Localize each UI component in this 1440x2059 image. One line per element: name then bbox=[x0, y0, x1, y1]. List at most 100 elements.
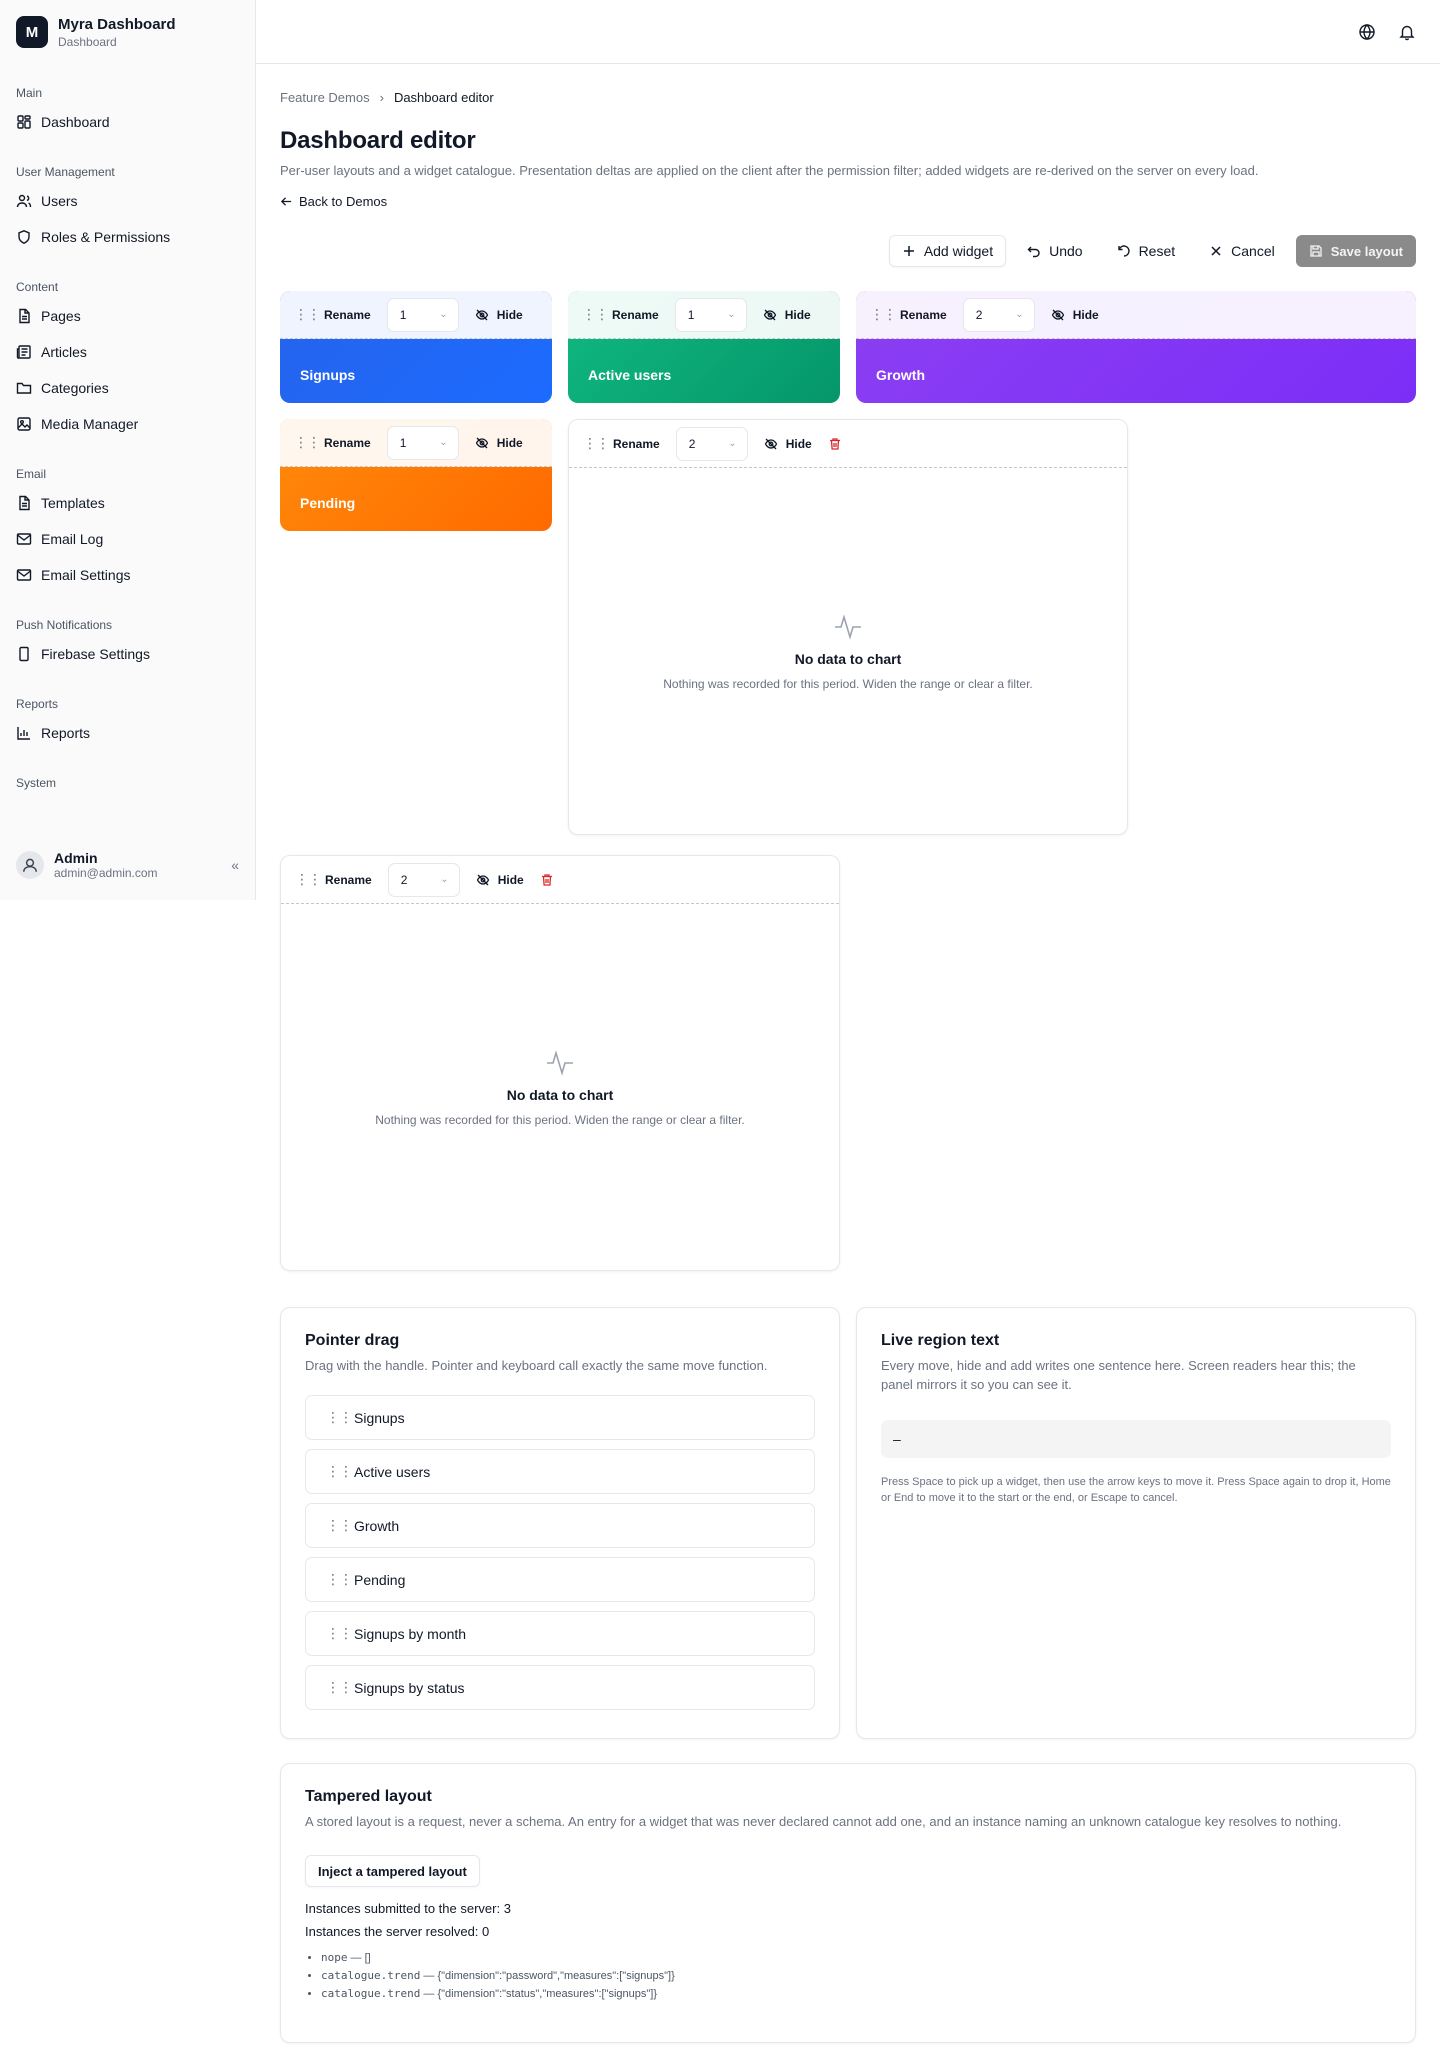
size-select[interactable]: 1 ⌄ bbox=[674, 297, 747, 332]
sidebar-item-label: Categories bbox=[41, 380, 109, 396]
list-item[interactable]: ⋮⋮ Signups by status bbox=[305, 1665, 815, 1710]
widget-chart-signups-by-status[interactable]: ⋮⋮ Rename 2 ⌄ Hide No data to chart Nothi… bbox=[280, 855, 840, 1271]
nav-group-email: Email Templates Email Log Email Settings bbox=[0, 457, 255, 593]
drag-handle-icon[interactable]: ⋮⋮ bbox=[295, 871, 322, 888]
sidebar-item-users[interactable]: Users bbox=[8, 183, 247, 219]
sidebar-item-pages[interactable]: Pages bbox=[8, 298, 247, 334]
entry-value: — [] bbox=[347, 1952, 371, 1964]
hide-button[interactable]: Hide bbox=[469, 308, 529, 322]
widget-toolbar: ⋮⋮ Rename 2 ⌄ Hide bbox=[856, 291, 1416, 339]
hide-button[interactable]: Hide bbox=[758, 437, 818, 451]
widget-toolbar: ⋮⋮ Rename 2 ⌄ Hide bbox=[281, 856, 839, 904]
drag-handle-icon[interactable]: ⋮⋮ bbox=[582, 306, 609, 323]
widget-signups[interactable]: ⋮⋮ Rename 1 ⌄ Hide Signups bbox=[280, 291, 552, 403]
cancel-button[interactable]: Cancel bbox=[1196, 235, 1288, 267]
collapse-sidebar-icon[interactable]: « bbox=[231, 857, 239, 873]
sidebar-item-reports[interactable]: Reports bbox=[8, 715, 247, 751]
dashboard-icon bbox=[17, 115, 31, 129]
empty-subtitle: Nothing was recorded for this period. Wi… bbox=[663, 677, 1033, 691]
entry-value: — {"dimension":"password","measures":["s… bbox=[420, 1970, 675, 1982]
size-select[interactable]: 2 ⌄ bbox=[962, 297, 1035, 332]
breadcrumb-parent[interactable]: Feature Demos bbox=[280, 90, 370, 105]
size-value: 1 bbox=[687, 307, 695, 322]
sidebar-item-templates[interactable]: Templates bbox=[8, 485, 247, 521]
list-item[interactable]: ⋮⋮ Signups bbox=[305, 1395, 815, 1440]
empty-state: No data to chart Nothing was recorded fo… bbox=[281, 904, 839, 1270]
rename-button[interactable]: Rename bbox=[319, 873, 378, 887]
size-select[interactable]: 1 ⌄ bbox=[386, 425, 459, 460]
sidebar-item-categories[interactable]: Categories bbox=[8, 370, 247, 406]
hide-button[interactable]: Hide bbox=[1045, 308, 1105, 322]
drag-handle-icon[interactable]: ⋮⋮ bbox=[326, 1517, 353, 1534]
size-select[interactable]: 2 ⌄ bbox=[675, 426, 748, 461]
list-item[interactable]: ⋮⋮ Pending bbox=[305, 1557, 815, 1602]
reset-button[interactable]: Reset bbox=[1104, 235, 1189, 267]
rename-button[interactable]: Rename bbox=[606, 308, 665, 322]
hide-button[interactable]: Hide bbox=[469, 436, 529, 450]
drag-handle-icon[interactable]: ⋮⋮ bbox=[294, 434, 321, 451]
drag-handle-icon[interactable]: ⋮⋮ bbox=[326, 1463, 353, 1480]
rename-button[interactable]: Rename bbox=[894, 308, 953, 322]
size-select[interactable]: 1 ⌄ bbox=[386, 297, 459, 332]
bell-icon[interactable] bbox=[1398, 23, 1416, 41]
page-description: Per-user layouts and a widget catalogue.… bbox=[280, 163, 1259, 178]
sidebar-user[interactable]: Admin admin@admin.com « bbox=[0, 830, 255, 900]
sidebar-item-media-manager[interactable]: Media Manager bbox=[8, 406, 247, 442]
user-email: admin@admin.com bbox=[54, 866, 158, 880]
list-item[interactable]: ⋮⋮ Growth bbox=[305, 1503, 815, 1548]
list-item[interactable]: ⋮⋮ Active users bbox=[305, 1449, 815, 1494]
size-select[interactable]: 2 ⌄ bbox=[387, 862, 460, 897]
drag-handle-icon[interactable]: ⋮⋮ bbox=[326, 1679, 353, 1696]
image-icon bbox=[17, 417, 31, 431]
save-layout-label: Save layout bbox=[1330, 243, 1403, 259]
sidebar-item-label: Articles bbox=[41, 344, 87, 360]
inject-tampered-layout-button[interactable]: Inject a tampered layout bbox=[305, 1855, 480, 1887]
list-item[interactable]: ⋮⋮ Signups by month bbox=[305, 1611, 815, 1656]
drag-handle-icon[interactable]: ⋮⋮ bbox=[326, 1409, 353, 1426]
file-icon bbox=[19, 495, 30, 511]
shield-icon bbox=[18, 230, 30, 244]
empty-title: No data to chart bbox=[506, 1087, 614, 1103]
sidebar-item-email-settings[interactable]: Email Settings bbox=[8, 557, 247, 593]
list-item: nope — [] bbox=[321, 1949, 1391, 1967]
globe-icon[interactable] bbox=[1358, 23, 1376, 41]
undo-button[interactable]: Undo bbox=[1014, 235, 1095, 267]
nav-group-title: Main bbox=[16, 86, 43, 100]
drag-handle-icon[interactable]: ⋮⋮ bbox=[326, 1571, 353, 1588]
rename-button[interactable]: Rename bbox=[318, 436, 377, 450]
back-to-demos-link[interactable]: Back to Demos bbox=[280, 194, 1416, 209]
drag-handle-icon[interactable]: ⋮⋮ bbox=[870, 306, 897, 323]
panel-title: Pointer drag bbox=[305, 1332, 400, 1349]
list-item-label: Signups by status bbox=[354, 1679, 465, 1696]
trash-icon[interactable] bbox=[540, 873, 554, 887]
sidebar-item-firebase-settings[interactable]: Firebase Settings bbox=[8, 636, 247, 672]
trash-icon[interactable] bbox=[828, 437, 842, 451]
nav-group-push: Push Notifications Firebase Settings bbox=[0, 608, 255, 672]
drag-handle-icon[interactable]: ⋮⋮ bbox=[294, 306, 321, 323]
widget-active-users[interactable]: ⋮⋮ Rename 1 ⌄ Hide Active users bbox=[568, 291, 840, 403]
add-widget-button[interactable]: Add widget bbox=[888, 235, 1007, 267]
pointer-drag-panel: Pointer drag Drag with the handle. Point… bbox=[280, 1307, 840, 1739]
entry-key: catalogue.trend bbox=[321, 1987, 421, 2000]
save-layout-button[interactable]: Save layout bbox=[1295, 235, 1416, 267]
undo-icon bbox=[1027, 246, 1040, 258]
drag-handle-icon[interactable]: ⋮⋮ bbox=[326, 1625, 353, 1642]
drag-handle-icon[interactable]: ⋮⋮ bbox=[583, 435, 610, 452]
widget-grid: ⋮⋮ Rename 1 ⌄ Hide Signups ⋮⋮ Rename 1 ⌄ H… bbox=[280, 291, 1416, 1291]
mail-settings-icon bbox=[16, 569, 32, 581]
widget-chart-signups-by-month[interactable]: ⋮⋮ Rename 2 ⌄ Hide No data to chart Nothi… bbox=[568, 419, 1128, 835]
sidebar-item-articles[interactable]: Articles bbox=[8, 334, 247, 370]
hide-button[interactable]: Hide bbox=[757, 308, 817, 322]
sidebar-item-dashboard[interactable]: Dashboard bbox=[8, 104, 247, 140]
sidebar-item-roles[interactable]: Roles & Permissions bbox=[8, 219, 247, 255]
widget-pending[interactable]: ⋮⋮ Rename 1 ⌄ Hide Pending bbox=[280, 419, 552, 531]
rename-button[interactable]: Rename bbox=[318, 308, 377, 322]
bar-chart-icon bbox=[17, 727, 30, 740]
rename-button[interactable]: Rename bbox=[607, 437, 666, 451]
sidebar-item-email-log[interactable]: Email Log bbox=[8, 521, 247, 557]
widget-growth[interactable]: ⋮⋮ Rename 2 ⌄ Hide Growth bbox=[856, 291, 1416, 403]
brand[interactable]: M Myra Dashboard Dashboard bbox=[0, 0, 255, 64]
hide-label: Hide bbox=[496, 435, 523, 450]
hide-button[interactable]: Hide bbox=[470, 873, 530, 887]
live-region-output: – bbox=[881, 1420, 1391, 1458]
